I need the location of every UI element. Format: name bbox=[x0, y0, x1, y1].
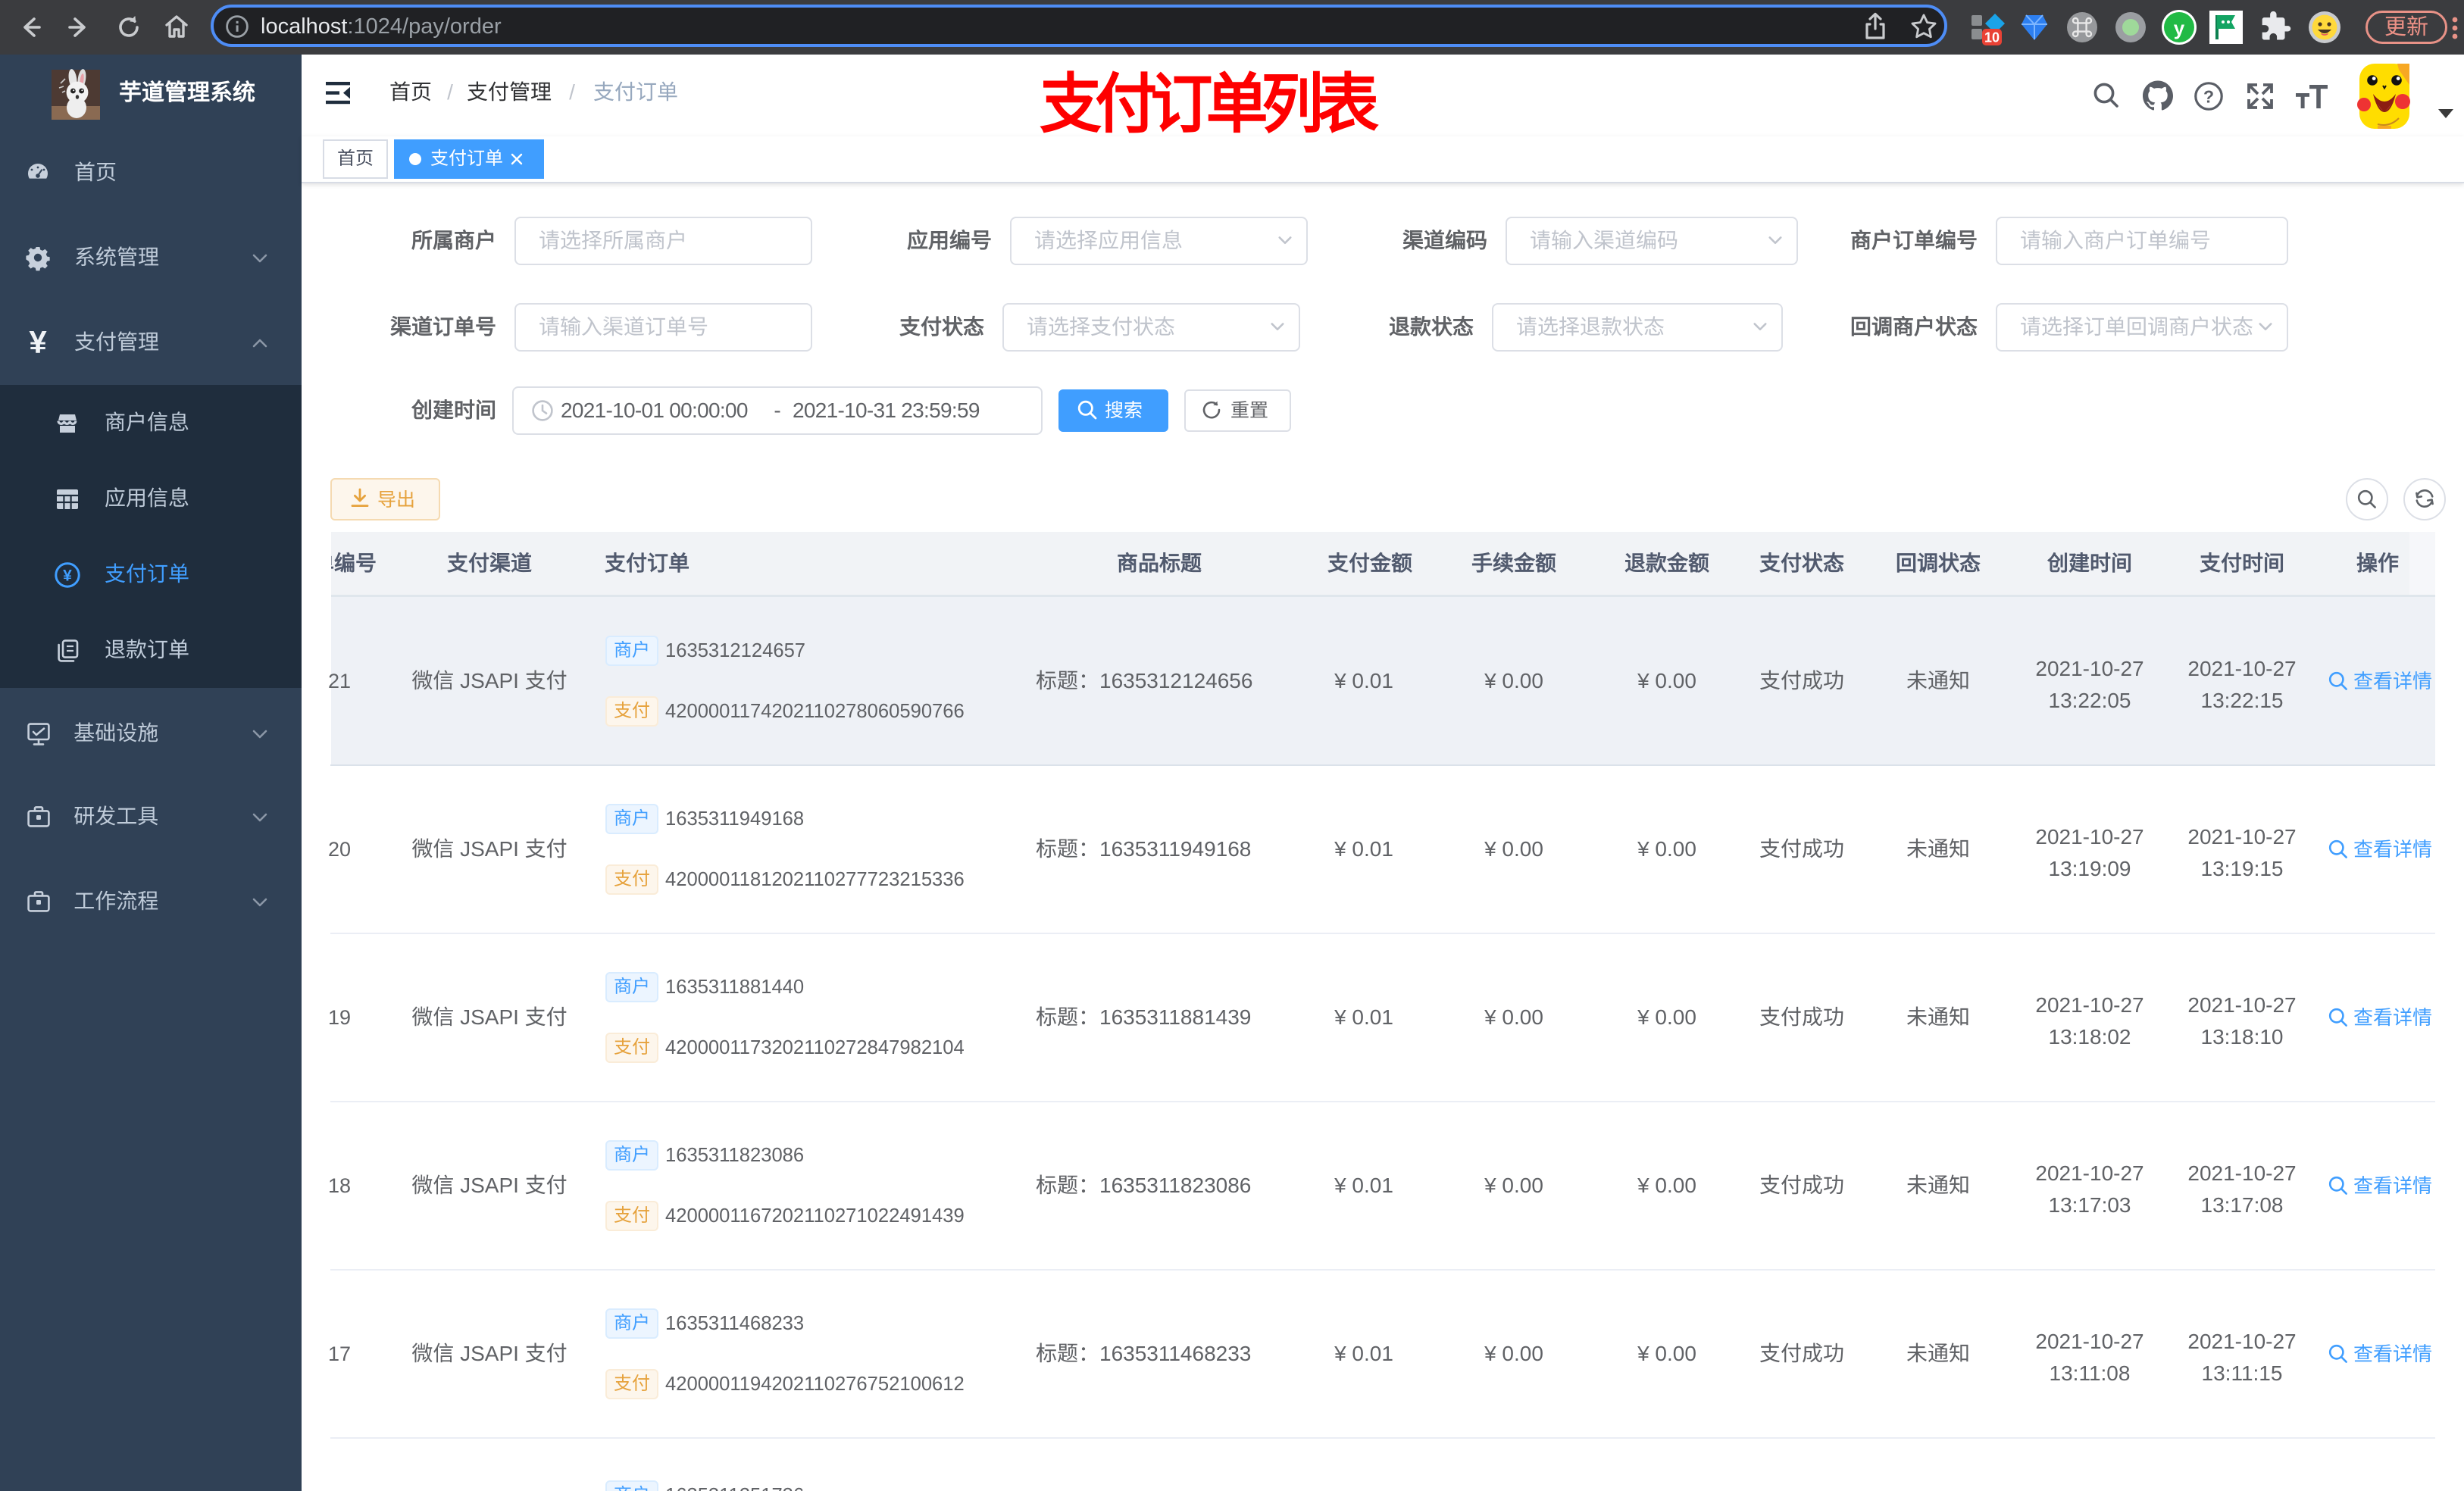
svg-text:¥: ¥ bbox=[63, 567, 72, 584]
svg-text:y: y bbox=[2174, 17, 2185, 39]
svg-text:10: 10 bbox=[1984, 30, 2000, 45]
svg-text:?: ? bbox=[2203, 86, 2214, 106]
